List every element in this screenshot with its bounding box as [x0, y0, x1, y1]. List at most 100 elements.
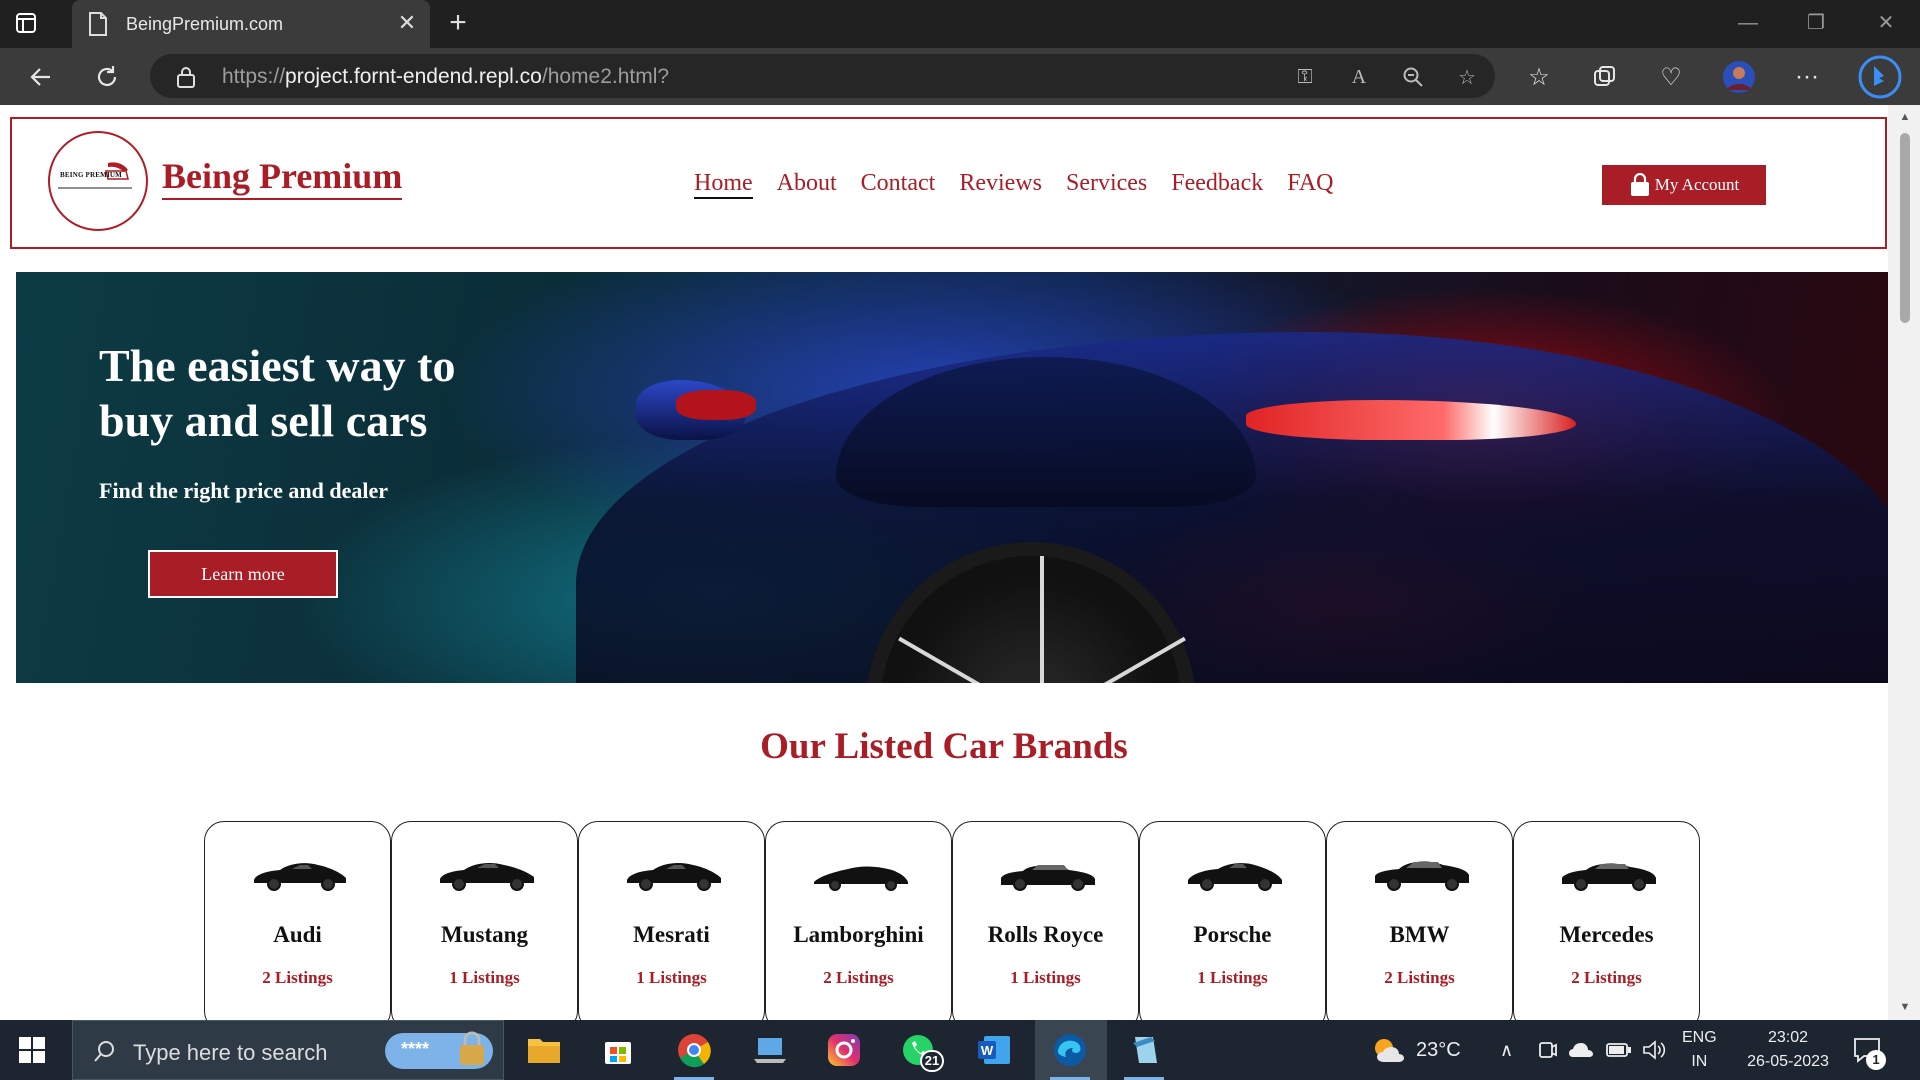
back-icon[interactable]	[24, 60, 58, 94]
car-icon	[1562, 863, 1656, 891]
browser-essentials-icon[interactable]: ♡	[1654, 60, 1688, 94]
new-tab-icon[interactable]: +	[444, 8, 472, 38]
file-explorer-icon[interactable]	[522, 1028, 566, 1072]
close-tab-icon[interactable]: ✕	[394, 10, 420, 36]
brand-card-mesrati[interactable]: Mesrati 1 Listings	[578, 821, 765, 1020]
nav-feedback[interactable]: Feedback	[1171, 169, 1263, 199]
brand-name-label: Lamborghini	[793, 922, 924, 947]
brands-section-title: Our Listed Car Brands	[760, 726, 1128, 767]
search-badge-text: ****	[401, 1039, 430, 1059]
brand-name-label: Audi	[273, 922, 322, 947]
instagram-icon[interactable]	[822, 1028, 866, 1072]
restore-icon[interactable]: ❐	[1796, 8, 1836, 38]
brand-listings-count[interactable]: 2 Listings	[1327, 968, 1512, 988]
brand-listings-count[interactable]: 1 Listings	[392, 968, 577, 988]
brand-card-audi[interactable]: Audi 2 Listings	[204, 821, 391, 1020]
brand-listings-count[interactable]: 2 Listings	[766, 968, 951, 988]
volume-icon[interactable]	[1642, 1020, 1666, 1080]
url-text[interactable]: https://project.fornt-endend.repl.co/hom…	[222, 65, 669, 89]
brand-listings-count[interactable]: 1 Listings	[579, 968, 764, 988]
nav-about[interactable]: About	[777, 169, 837, 199]
page-viewport: BEING PREMIUM Being Premium Home About C…	[0, 105, 1888, 1020]
site-logo[interactable]: BEING PREMIUM	[48, 131, 148, 231]
onedrive-icon[interactable]	[1568, 1020, 1594, 1080]
brand-listings-count[interactable]: 1 Listings	[953, 968, 1138, 988]
scroll-up-icon[interactable]: ▲	[1898, 111, 1912, 123]
clock-date: 26-05-2023	[1747, 1053, 1829, 1070]
scroll-thumb[interactable]	[1900, 133, 1910, 323]
laptop-app-icon[interactable]	[748, 1028, 792, 1072]
taskbar-search-box[interactable]: Type here to search ****	[72, 1020, 504, 1080]
brand-card-mustang[interactable]: Mustang 1 Listings	[391, 821, 578, 1020]
car-icon	[814, 866, 908, 891]
nav-services[interactable]: Services	[1066, 169, 1147, 199]
learn-more-button[interactable]: Learn more	[148, 550, 338, 598]
brand-card-mercedes[interactable]: Mercedes 2 Listings	[1513, 821, 1700, 1020]
whatsapp-icon[interactable]: 21	[896, 1028, 944, 1072]
nav-reviews[interactable]: Reviews	[959, 169, 1042, 199]
read-aloud-icon[interactable]: A	[1344, 62, 1374, 92]
brand-listings-count[interactable]: 2 Listings	[1514, 968, 1699, 988]
refresh-icon[interactable]	[90, 60, 124, 94]
close-window-icon[interactable]: ✕	[1866, 8, 1906, 38]
search-placeholder: Type here to search	[133, 1040, 328, 1065]
lock-icon[interactable]	[176, 66, 196, 88]
clock-time: 23:02	[1767, 1029, 1809, 1046]
address-bar[interactable]: https://project.fornt-endend.repl.co/hom…	[150, 54, 1495, 98]
tab-actions-icon[interactable]	[14, 11, 57, 37]
language-indicator[interactable]: ENG IN	[1682, 1020, 1717, 1080]
main-nav: Home About Contact Reviews Services Feed…	[694, 169, 1357, 199]
brand-name-label: Porsche	[1193, 922, 1272, 947]
windows-taskbar: Type here to search **** 21 W 23°C ∧ ENG…	[0, 1020, 1920, 1080]
weather-temp: 23°C	[1416, 1038, 1461, 1061]
password-highlight-icon: ****	[385, 1031, 493, 1069]
notepad-icon[interactable]	[1122, 1028, 1166, 1072]
notification-center-icon[interactable]: 1	[1852, 1020, 1886, 1080]
brand-listings-count[interactable]: 1 Listings	[1140, 968, 1325, 988]
nav-home[interactable]: Home	[694, 169, 753, 199]
my-account-button[interactable]: My Account	[1602, 165, 1766, 205]
meet-now-icon[interactable]	[1536, 1020, 1558, 1080]
favorites-icon[interactable]: ☆	[1522, 60, 1556, 94]
brand-card-porsche[interactable]: Porsche 1 Listings	[1139, 821, 1326, 1020]
brand-name-label: Mesrati	[633, 922, 710, 947]
scroll-down-icon[interactable]: ▼	[1898, 1001, 1912, 1013]
weather-widget[interactable]: 23°C	[1370, 1020, 1461, 1080]
edge-icon[interactable]	[1048, 1028, 1092, 1072]
minimize-icon[interactable]: —	[1728, 8, 1768, 38]
add-favorite-icon[interactable]: ☆	[1452, 62, 1482, 92]
browser-tab-bar: BeingPremium.com ✕ + — ❐ ✕	[0, 0, 1920, 48]
brand-cards: Audi 2 Listings Mustang 1 Listings Mesra…	[204, 821, 1700, 1020]
collections-icon[interactable]	[1588, 60, 1622, 94]
car-icon	[254, 863, 346, 891]
chrome-icon[interactable]	[672, 1028, 716, 1072]
car-logo-icon	[58, 162, 132, 189]
battery-icon[interactable]	[1606, 1020, 1632, 1080]
clock[interactable]: 23:02 26-05-2023	[1740, 1020, 1836, 1080]
show-hidden-icons[interactable]: ∧	[1500, 1020, 1513, 1080]
bing-chat-icon[interactable]	[1858, 55, 1902, 99]
zoom-icon[interactable]	[1398, 62, 1428, 92]
brand-card-lamborghini[interactable]: Lamborghini 2 Listings	[765, 821, 952, 1020]
microsoft-store-icon[interactable]	[596, 1028, 640, 1072]
brand-listings-count[interactable]: 2 Listings	[205, 968, 390, 988]
car-icon	[1188, 863, 1282, 891]
key-icon[interactable]: ⚿	[1290, 62, 1320, 92]
shopping-bag-icon	[1630, 173, 1649, 196]
tab-title: BeingPremium.com	[126, 14, 284, 34]
more-options-icon[interactable]: ···	[1790, 60, 1824, 94]
nav-faq[interactable]: FAQ	[1287, 169, 1333, 199]
hero-title: The easiest way to buy and sell cars	[99, 340, 456, 446]
brand-name[interactable]: Being Premium	[162, 157, 403, 200]
browser-tab[interactable]: BeingPremium.com ✕	[72, 0, 430, 48]
car-icon	[1375, 861, 1469, 891]
page-scrollbar[interactable]: ▲ ▼	[1888, 105, 1920, 1020]
brand-name-label: Mercedes	[1559, 922, 1654, 947]
brand-card-bmw[interactable]: BMW 2 Listings	[1326, 821, 1513, 1020]
word-icon[interactable]: W	[972, 1028, 1016, 1072]
nav-contact[interactable]: Contact	[861, 169, 936, 199]
my-account-label: My Account	[1654, 175, 1740, 194]
brand-card-rolls-royce[interactable]: Rolls Royce 1 Listings	[952, 821, 1139, 1020]
windows-start-icon[interactable]	[18, 1036, 46, 1064]
profile-avatar[interactable]	[1722, 60, 1756, 94]
